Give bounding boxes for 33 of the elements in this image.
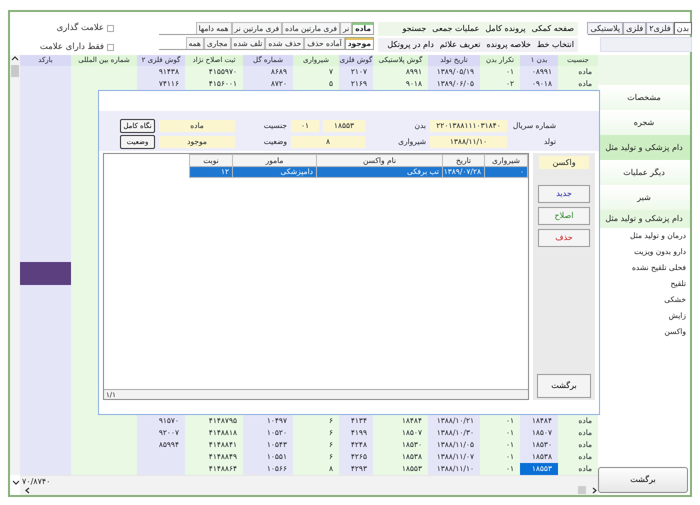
action-button[interactable]: حذف bbox=[538, 229, 590, 247]
menu-button[interactable]: خلاصه پرونده bbox=[484, 39, 533, 51]
sidebar-item[interactable]: دام پزشکی و تولید مثل bbox=[598, 210, 690, 228]
checkbox-label: علامت گذاری bbox=[56, 22, 104, 35]
menu-button[interactable]: صفحه کمکی bbox=[530, 23, 576, 35]
tab[interactable]: بدن bbox=[674, 22, 692, 34]
menu-button[interactable]: دام در پروتکل bbox=[385, 39, 436, 51]
action-button[interactable]: اصلاح bbox=[538, 207, 590, 225]
menu-button[interactable]: عملیات جمعی bbox=[430, 23, 482, 35]
vertical-scrollbar[interactable] bbox=[10, 55, 20, 475]
sidebar-item[interactable]: دام پزشکی و تولید مثل bbox=[598, 135, 690, 160]
menu-button[interactable]: پرونده کامل bbox=[483, 23, 528, 35]
scroll-thumb[interactable] bbox=[578, 486, 586, 494]
scroll-left-icon[interactable] bbox=[24, 486, 32, 494]
back-button[interactable]: برگشت bbox=[537, 374, 591, 398]
back-button[interactable]: برگشت bbox=[598, 467, 688, 493]
action-button[interactable]: جدید bbox=[538, 185, 590, 203]
menu-button[interactable]: جستجو bbox=[400, 23, 428, 35]
tab[interactable]: فلزی۲ bbox=[646, 22, 674, 34]
record-counter: ۷۰/۸۷۴۰ bbox=[22, 477, 50, 487]
scroll-right-icon[interactable] bbox=[590, 486, 598, 494]
menu-button[interactable]: انتخاب خط bbox=[534, 39, 576, 51]
tab[interactable]: فلزی bbox=[623, 22, 646, 34]
checkbox[interactable] bbox=[107, 24, 114, 32]
checkbox-label: فقط دارای علامت bbox=[40, 40, 104, 54]
dropdown-icon[interactable] bbox=[12, 478, 20, 486]
panel-title: واکسن bbox=[539, 156, 589, 169]
scroll-thumb[interactable] bbox=[11, 65, 19, 77]
menu-button[interactable]: تعریف علائم bbox=[438, 39, 482, 51]
tab[interactable]: پلاستیکی bbox=[587, 22, 624, 34]
checkbox[interactable] bbox=[107, 44, 114, 51]
search-field[interactable] bbox=[600, 37, 692, 52]
scroll-up-icon[interactable] bbox=[11, 55, 19, 62]
